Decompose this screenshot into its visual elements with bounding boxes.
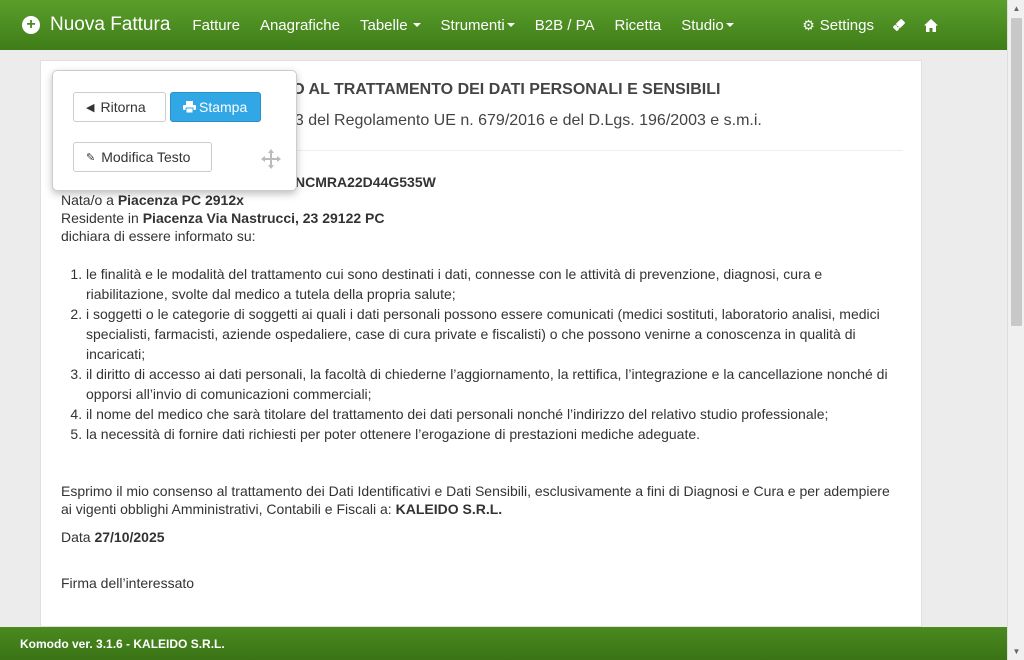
residence-line: Residente in Piacenza Via Nastrucci, 23 … [61, 209, 903, 227]
ticket-link[interactable] [883, 18, 915, 32]
nav-label: Strumenti [440, 16, 505, 34]
caret-down-icon [506, 23, 515, 27]
nav-item-ricetta[interactable]: Ricetta [605, 17, 672, 34]
information-list: le finalità e le modalità del trattament… [61, 264, 903, 444]
nav-item-anagrafiche[interactable]: Anagrafiche [250, 17, 350, 34]
move-icon[interactable] [261, 149, 281, 169]
document-body: NCMRA22D44G535W Nata/o a Piacenza PC 291… [61, 173, 903, 592]
nav-right: ⚙ Settings [793, 17, 947, 34]
caret-down-icon [412, 23, 421, 27]
list-item: il nome del medico che sarà titolare del… [86, 404, 903, 424]
back-button[interactable]: ◀ Ritorna [73, 92, 166, 122]
residence-prefix: Residente in [61, 210, 143, 226]
birth-line: Nata/o a Piacenza PC 2912x [61, 191, 903, 209]
scroll-up-icon[interactable]: ▲ [1008, 0, 1024, 17]
nav-label: Fatture [192, 16, 240, 34]
consent-company: KALEIDO S.R.L. [395, 501, 503, 517]
home-icon [924, 18, 938, 32]
gear-icon: ⚙ [802, 16, 815, 33]
brand-label: Nuova Fattura [50, 14, 171, 35]
nav-item-tabelle[interactable]: Tabelle [350, 17, 431, 34]
print-label: Stampa [199, 99, 248, 115]
nav-label: Anagrafiche [259, 16, 340, 34]
floating-toolbox[interactable]: ◀ Ritorna Stampa ✎ Modifica Testo [52, 70, 297, 191]
settings-link[interactable]: ⚙ Settings [793, 17, 883, 34]
footer: Komodo ver. 3.1.6 - KALEIDO S.R.L. [0, 627, 1007, 660]
list-item: le finalità e le modalità del trattament… [86, 264, 903, 304]
list-item: la necessità di fornire dati richiesti p… [86, 424, 903, 444]
scroll-down-icon[interactable]: ▼ [1008, 643, 1024, 660]
birth-place: Piacenza PC 2912x [117, 192, 244, 208]
fiscal-code: NCMRA22D44G535W [295, 174, 436, 190]
nav-item-studio[interactable]: Studio [671, 17, 744, 34]
edit-label: Modifica Testo [101, 149, 191, 165]
nav-label: Tabelle [360, 16, 408, 34]
print-button[interactable]: Stampa [170, 92, 261, 122]
date-value: 27/10/2025 [94, 529, 165, 545]
nav-label: Ricetta [614, 16, 662, 34]
vertical-scrollbar[interactable]: ▲ ▼ [1007, 0, 1024, 660]
ticket-icon [893, 19, 905, 31]
settings-label: Settings [819, 16, 874, 34]
pencil-icon: ✎ [86, 151, 96, 164]
new-invoice-link[interactable]: + Nuova Fattura [22, 14, 170, 36]
list-item: il diritto di accesso ai dati personali,… [86, 364, 903, 404]
list-item: i soggetti o le categorie di soggetti ai… [86, 304, 903, 364]
home-link[interactable] [915, 18, 947, 32]
top-navbar: + Nuova Fattura Fatture Anagrafiche Tabe… [0, 0, 1007, 50]
move-arrows-icon [261, 149, 281, 169]
nav-item-fatture[interactable]: Fatture [182, 17, 250, 34]
nav-label: B2B / PA [534, 16, 595, 34]
residence-address: Piacenza Via Nastrucci, 23 29122 PC [142, 210, 385, 226]
nav-label: Studio [681, 16, 724, 34]
caret-down-icon [725, 23, 734, 27]
nav-item-b2b-pa[interactable]: B2B / PA [525, 17, 605, 34]
date-prefix: Data [61, 529, 95, 545]
plus-circle-icon: + [22, 16, 40, 34]
date-line: Data 27/10/2025 [61, 528, 903, 546]
back-label: Ritorna [100, 99, 146, 115]
footer-text: Komodo ver. 3.1.6 - KALEIDO S.R.L. [20, 636, 225, 651]
birth-prefix: Nata/o a [61, 192, 118, 208]
nav-item-strumenti[interactable]: Strumenti [431, 17, 525, 34]
print-icon [183, 101, 196, 113]
signature-label: Firma dell’interessato [61, 575, 195, 591]
edit-text-button[interactable]: ✎ Modifica Testo [73, 142, 212, 172]
main-nav: Fatture Anagrafiche Tabelle Strumenti B2… [182, 17, 743, 34]
consent-paragraph: Esprimo il mio consenso al trattamento d… [61, 482, 903, 518]
scroll-thumb[interactable] [1011, 18, 1022, 326]
declaration-text: dichiara di essere informato su: [61, 228, 256, 244]
arrow-left-icon: ◀ [86, 101, 95, 114]
